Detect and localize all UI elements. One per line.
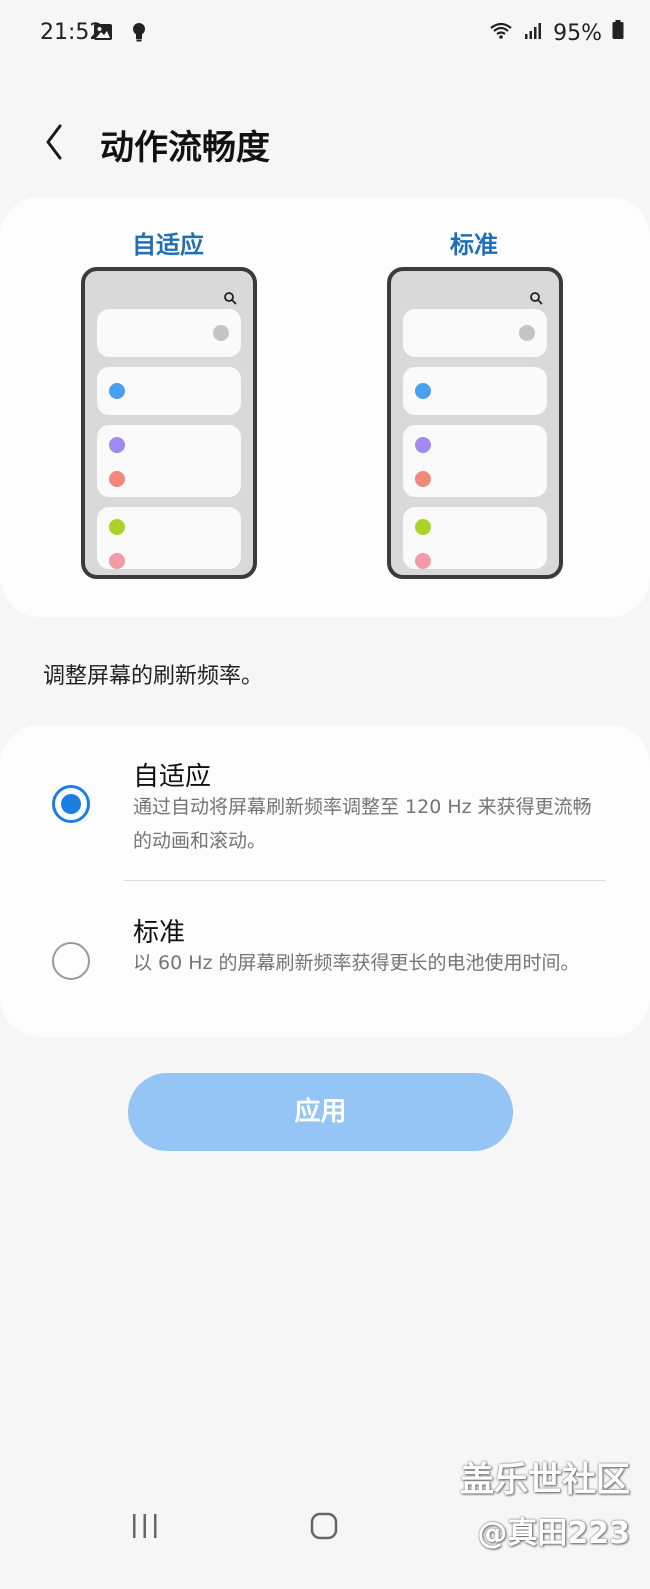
preview-label-standard: 标准: [450, 231, 498, 259]
phone-preview-adaptive: [81, 267, 257, 579]
description-text: 调整屏幕的刷新频率。: [43, 664, 264, 689]
preview-row: [97, 367, 241, 415]
home-icon: [310, 1512, 338, 1540]
preview-row: [403, 309, 547, 357]
option-title: 标准: [133, 918, 186, 948]
preview-dot: [109, 437, 125, 453]
back-button[interactable]: [38, 120, 78, 164]
image-icon: [93, 22, 113, 46]
bulb-icon: [131, 22, 147, 46]
option-subtitle: 以 60 Hz 的屏幕刷新频率获得更长的电池使用时间。: [133, 952, 580, 974]
status-right: 95%: [489, 20, 624, 46]
search-icon: [224, 292, 237, 305]
preview-row: [403, 507, 547, 569]
radio-button-standard[interactable]: [52, 942, 90, 980]
chevron-left-icon: [46, 124, 62, 160]
preview-dot: [415, 519, 431, 535]
preview-row: [97, 507, 241, 569]
preview-dot: [109, 519, 125, 535]
status-left-icons: [93, 22, 147, 46]
divider: [124, 880, 606, 881]
option-subtitle: 通过自动将屏幕刷新频率调整至 120 Hz 来获得更流畅的动画和滚动。: [133, 796, 592, 852]
option-adaptive[interactable]: 自适应 通过自动将屏幕刷新频率调整至 120 Hz 来获得更流畅的动画和滚动。: [0, 740, 650, 890]
battery-icon: [612, 20, 624, 46]
option-standard[interactable]: 标准 以 60 Hz 的屏幕刷新频率获得更长的电池使用时间。: [0, 896, 650, 1046]
preview-dot: [213, 325, 229, 341]
recents-icon: [133, 1514, 157, 1538]
preview-dot: [109, 553, 125, 569]
preview-row: [403, 425, 547, 497]
radio-button-adaptive[interactable]: [52, 785, 90, 823]
preview-dot: [415, 471, 431, 487]
battery-text: 95%: [553, 20, 602, 46]
home-button[interactable]: [308, 1510, 340, 1542]
recents-button[interactable]: [128, 1510, 162, 1542]
preview-row: [97, 309, 241, 357]
phone-preview-standard: [387, 267, 563, 579]
option-title: 自适应: [133, 762, 212, 792]
wifi-icon: [489, 20, 513, 46]
preview-dot: [109, 383, 125, 399]
signal-icon: [523, 20, 543, 46]
search-icon: [530, 292, 543, 305]
preview-row: [97, 425, 241, 497]
apply-button[interactable]: 应用: [128, 1073, 513, 1151]
preview-dot: [415, 437, 431, 453]
preview-dot: [519, 325, 535, 341]
preview-dot: [415, 553, 431, 569]
watermark-line2: @真田223: [477, 1516, 630, 1551]
preview-row: [403, 367, 547, 415]
page-title: 动作流畅度: [100, 128, 270, 168]
watermark-line1: 盖乐世社区: [460, 1460, 630, 1500]
preview-label-adaptive: 自适应: [132, 231, 204, 259]
preview-dot: [415, 383, 431, 399]
preview-dot: [109, 471, 125, 487]
